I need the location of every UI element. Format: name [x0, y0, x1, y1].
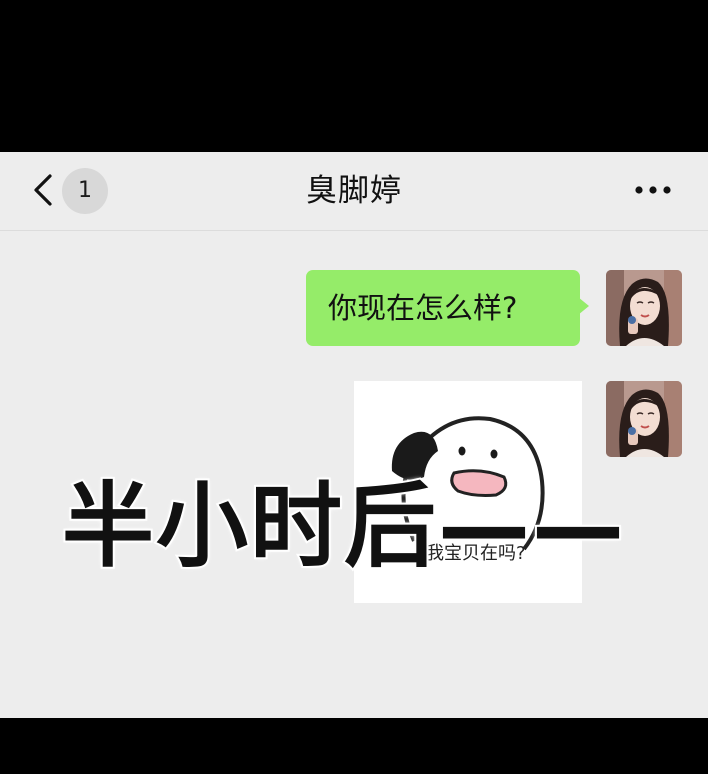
avatar[interactable]: [606, 270, 682, 346]
chat-header: 1 臭脚婷: [0, 152, 708, 231]
bubble-tail: [578, 297, 589, 315]
message-text: 你现在怎么样?: [306, 270, 580, 346]
avatar-portrait-icon: [606, 381, 682, 457]
avatar-portrait-icon: [606, 270, 682, 346]
overlay-caption: 半小时后——: [60, 471, 627, 582]
chat-title: 臭脚婷: [306, 173, 402, 209]
more-horizontal-icon[interactable]: [628, 178, 678, 202]
avatar[interactable]: [606, 381, 682, 457]
chat-screen: 1 臭脚婷 你现在怎么样? 我宝贝在吗?: [0, 152, 708, 718]
chevron-left-icon[interactable]: [30, 172, 58, 208]
letterbox-frame: 1 臭脚婷 你现在怎么样? 我宝贝在吗? 半小时后——: [0, 0, 708, 774]
message-bubble-outgoing[interactable]: 你现在怎么样?: [306, 270, 589, 346]
unread-count-badge[interactable]: 1: [62, 168, 108, 214]
